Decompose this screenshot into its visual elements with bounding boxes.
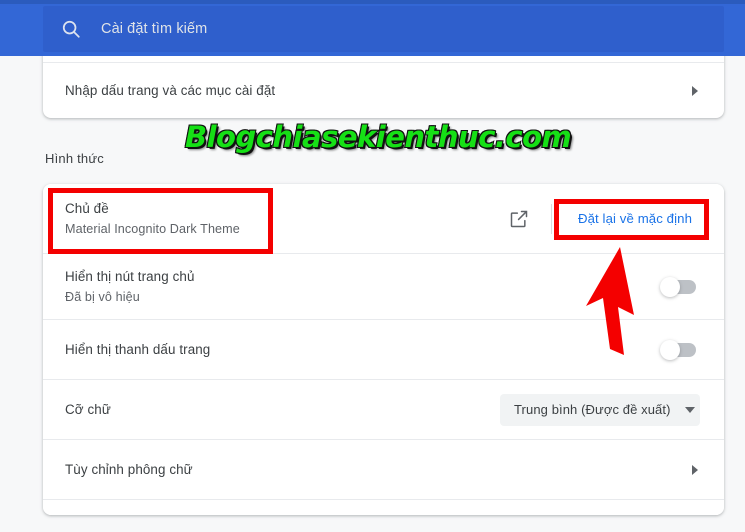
row-page-zoom[interactable]: Thu phóng trang 100% — [43, 499, 724, 515]
row-customize-fonts-title: Tùy chỉnh phông chữ — [65, 461, 193, 477]
site-watermark: Blogchiasekienthuc.com — [184, 119, 573, 155]
row-theme-title: Chủ đề — [65, 200, 109, 216]
row-customize-fonts[interactable]: Tùy chỉnh phông chữ — [43, 439, 724, 499]
row-import-labels: Nhập dấu trang và các mục cài đặt — [65, 82, 692, 100]
row-customize-fonts-labels: Tùy chỉnh phông chữ — [65, 461, 692, 479]
row-font-size-title: Cỡ chữ — [65, 401, 111, 417]
chevron-right-icon — [692, 85, 698, 96]
row-import-bookmarks-settings[interactable]: Nhập dấu trang và các mục cài đặt — [43, 63, 724, 118]
row-show-bookmarks-bar[interactable]: Hiển thị thanh dấu trang — [43, 319, 724, 379]
toggle-show-bookmarks-bar[interactable] — [660, 339, 696, 360]
font-size-dropdown[interactable]: Trung bình (Được đề xuất) — [500, 393, 700, 426]
appearance-card: Chủ đề Material Incognito Dark Theme Đặt… — [43, 184, 724, 515]
page-zoom-dropdown[interactable]: 100% — [500, 514, 700, 515]
search-icon — [60, 18, 82, 40]
row-show-home-button-subtitle: Đã bị vô hiệu — [65, 289, 140, 304]
row-show-home-button[interactable]: Hiển thị nút trang chủ Đã bị vô hiệu — [43, 253, 724, 319]
search-settings-box[interactable] — [43, 6, 724, 52]
toggle-show-home-button[interactable] — [660, 276, 696, 297]
row-import-title: Nhập dấu trang và các mục cài đặt — [65, 82, 276, 98]
row-show-bookmarks-bar-title: Hiển thị thanh dấu trang — [65, 341, 211, 357]
font-size-dropdown-value: Trung bình (Được đề xuất) — [514, 402, 671, 417]
row-theme-labels: Chủ đề Material Incognito Dark Theme — [65, 200, 509, 238]
search-input[interactable] — [101, 14, 724, 44]
row-font-size-labels: Cỡ chữ — [65, 401, 500, 419]
header-top-accent — [0, 0, 745, 4]
row-show-home-button-title: Hiển thị nút trang chủ — [65, 268, 195, 284]
toggle-knob — [660, 339, 680, 360]
row-font-size[interactable]: Cỡ chữ Trung bình (Được đề xuất) — [43, 379, 724, 439]
page-section-heading: Hình thức — [45, 151, 104, 166]
row-theme[interactable]: Chủ đề Material Incognito Dark Theme Đặt… — [43, 184, 724, 253]
reset-to-default-button[interactable]: Đặt lại về mặc định — [570, 205, 700, 232]
row-theme-subtitle: Material Incognito Dark Theme — [65, 221, 240, 236]
chevron-right-icon — [692, 464, 698, 475]
settings-page: Nhập dấu trang và các mục cài đặt Hình t… — [0, 0, 745, 532]
vertical-divider — [550, 203, 552, 234]
settings-header-bar — [0, 0, 745, 56]
chevron-down-icon — [684, 406, 695, 413]
row-show-home-button-labels: Hiển thị nút trang chủ Đã bị vô hiệu — [65, 268, 662, 306]
toggle-knob — [660, 276, 680, 297]
row-show-bookmarks-bar-labels: Hiển thị thanh dấu trang — [65, 341, 662, 359]
external-link-icon[interactable] — [509, 209, 529, 229]
